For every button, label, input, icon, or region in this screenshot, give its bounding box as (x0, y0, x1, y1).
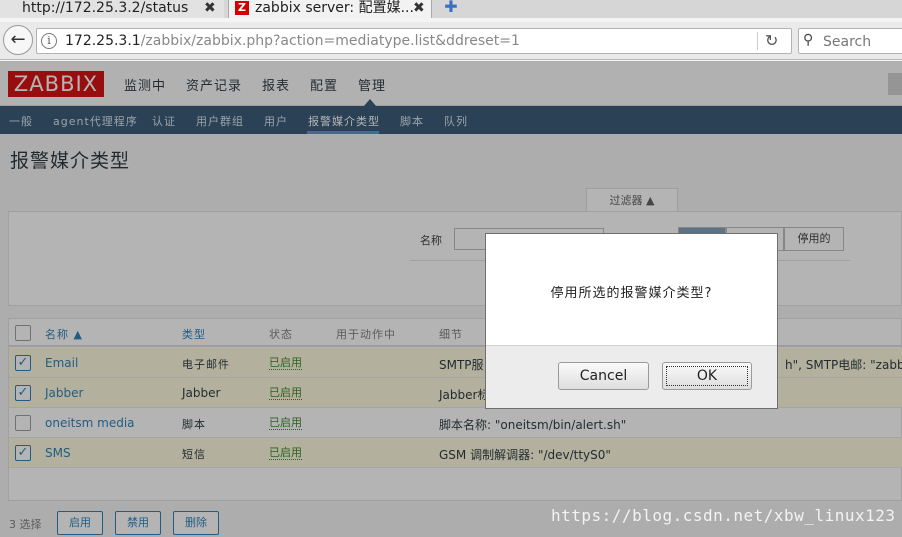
cancel-button[interactable]: Cancel (558, 362, 649, 390)
close-icon[interactable]: ✖ (413, 0, 425, 16)
back-arrow-icon[interactable]: ← (3, 25, 33, 55)
info-icon[interactable]: i (41, 33, 57, 49)
zabbix-favicon-icon: Z (235, 1, 249, 15)
search-icon: ⚲ (803, 32, 814, 48)
dialog-message: 停用所选的报警媒介类型? (550, 286, 713, 301)
url-divider (757, 32, 758, 50)
new-tab-icon[interactable]: ✚ (440, 0, 462, 16)
dialog-body: 停用所选的报警媒介类型? (486, 234, 777, 346)
ok-button[interactable]: OK (662, 362, 752, 390)
browser-tabbar: http://172.25.3.2/status ✖ Z zabbix serv… (0, 0, 902, 18)
tab-title: http://172.25.3.2/status (22, 0, 189, 16)
search-placeholder: Search (823, 34, 872, 50)
search-input[interactable]: ⚲ Search (798, 28, 902, 54)
close-icon[interactable]: ✖ (204, 0, 216, 16)
url-host: 172.25.3.1 (65, 33, 141, 49)
watermark: https://blog.csdn.net/xbw_linux123 (551, 506, 896, 525)
url-path: /zabbix/zabbix.php?action=mediatype.list… (140, 33, 520, 49)
confirm-dialog: 停用所选的报警媒介类型? Cancel OK (485, 233, 778, 409)
browser-navbar: ← i 172.25.3.1/zabbix/zabbix.php?action=… (0, 22, 902, 60)
url-text: 172.25.3.1/zabbix/zabbix.php?action=medi… (65, 33, 520, 49)
ok-button-label: OK (666, 366, 748, 386)
tab-title: zabbix server: 配置媒... (255, 0, 414, 16)
reload-icon[interactable]: ↻ (765, 31, 778, 50)
url-bar[interactable]: i 172.25.3.1/zabbix/zabbix.php?action=me… (36, 28, 792, 54)
browser-tab-status[interactable]: http://172.25.3.2/status ✖ (0, 0, 224, 18)
browser-tab-zabbix[interactable]: Z zabbix server: 配置媒... ✖ (228, 0, 432, 18)
